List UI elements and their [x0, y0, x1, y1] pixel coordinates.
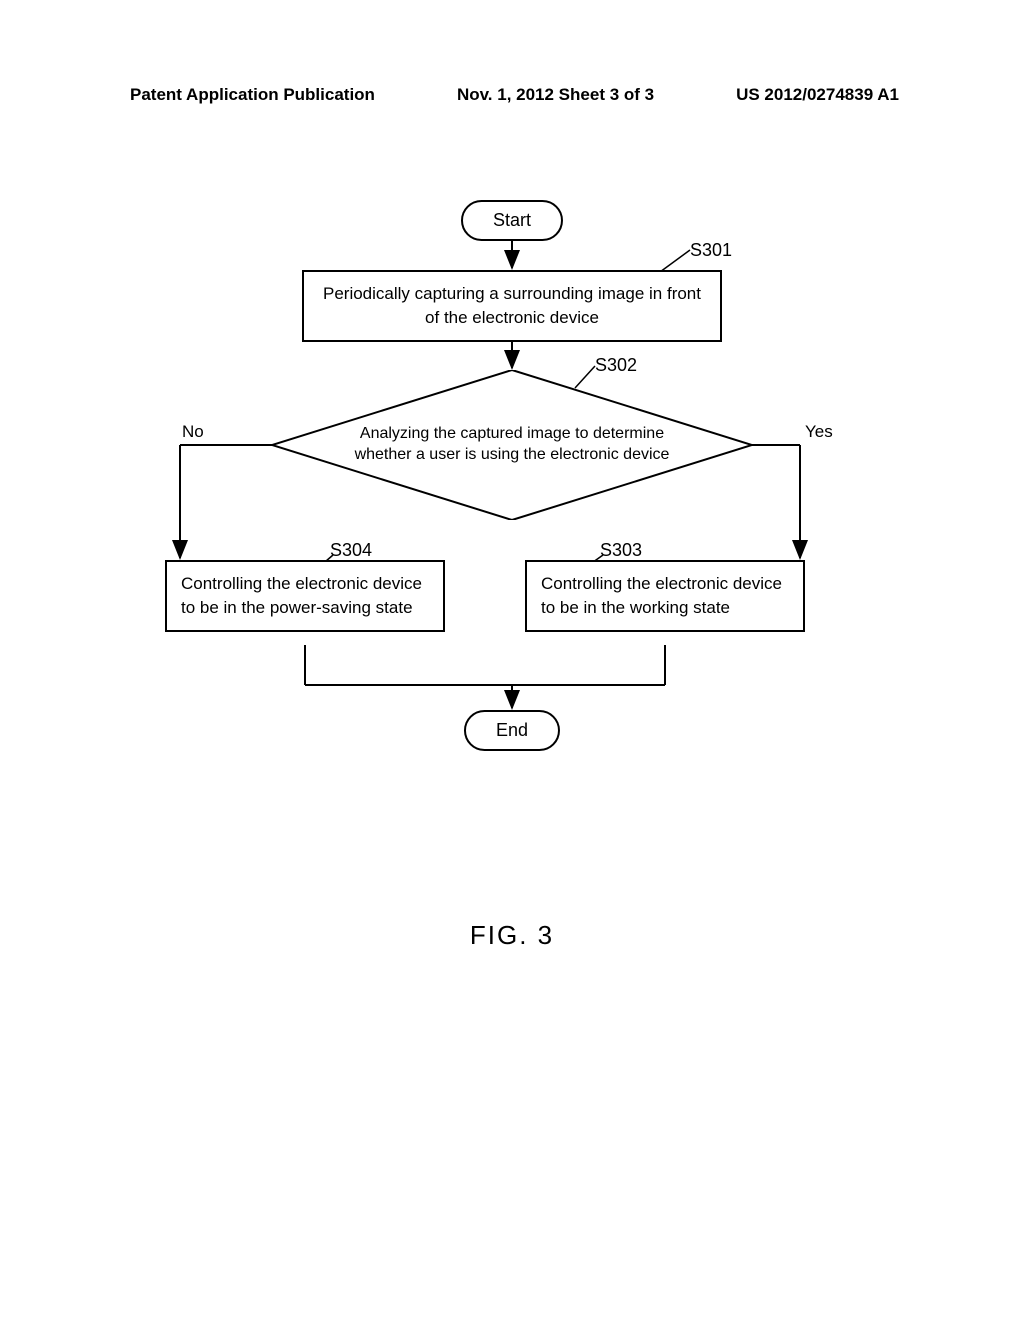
capture-process: Periodically capturing a surrounding ima… [302, 270, 722, 342]
step-label-s303: S303 [600, 540, 642, 561]
decision-node: Analyzing the captured image to determin… [272, 370, 752, 520]
end-terminal: End [464, 710, 560, 751]
header-date-sheet: Nov. 1, 2012 Sheet 3 of 3 [457, 85, 654, 105]
decision-yes-label: Yes [805, 422, 833, 442]
header-publication: Patent Application Publication [130, 85, 375, 105]
working-text: Controlling the electronic device to be … [541, 574, 782, 617]
figure-caption: FIG. 3 [470, 920, 554, 951]
step-label-s304: S304 [330, 540, 372, 561]
saving-text: Controlling the electronic device to be … [181, 574, 422, 617]
start-terminal: Start [461, 200, 563, 241]
power-saving-process: Controlling the electronic device to be … [165, 560, 445, 632]
step-label-s301: S301 [690, 240, 732, 261]
working-state-process: Controlling the electronic device to be … [525, 560, 805, 632]
flowchart-diagram: Start Periodically capturing a surroundi… [0, 200, 1024, 900]
end-label: End [496, 720, 528, 740]
capture-text: Periodically capturing a surrounding ima… [323, 284, 701, 327]
decision-no-label: No [182, 422, 204, 442]
decision-text: Analyzing the captured image to determin… [332, 424, 692, 466]
header-patent-number: US 2012/0274839 A1 [736, 85, 899, 105]
step-label-s302: S302 [595, 355, 637, 376]
start-label: Start [493, 210, 531, 230]
page-header: Patent Application Publication Nov. 1, 2… [0, 85, 1024, 105]
